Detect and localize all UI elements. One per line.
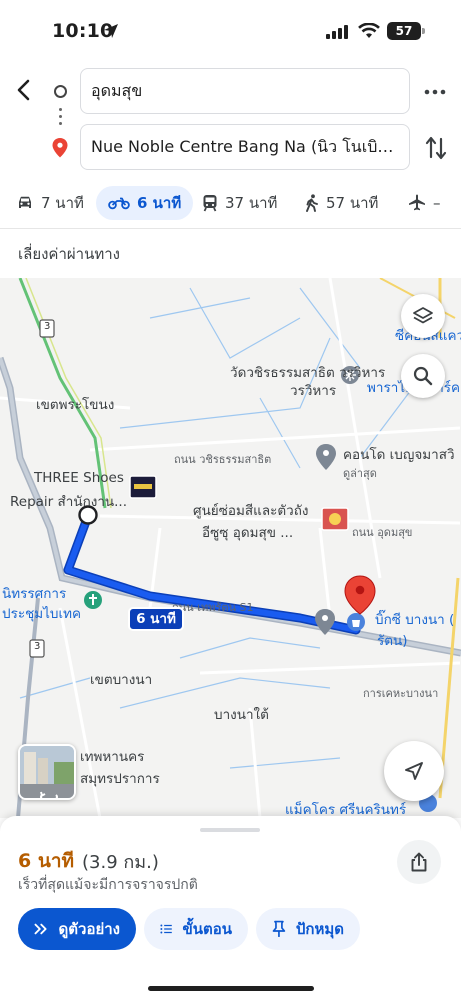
car-icon	[19, 196, 31, 208]
destination-input[interactable]: Nue Noble Centre Bang Na (นิว โนเบิล เ..…	[80, 124, 410, 170]
map-label-repair-1: ศูนย์ซ่อมสีและตัวถัง	[193, 503, 309, 519]
layers-button[interactable]	[401, 294, 445, 338]
summary-duration: 6 นาที	[18, 850, 75, 872]
more-options-icon[interactable]	[421, 80, 449, 104]
divider	[0, 228, 461, 229]
map-search-button[interactable]	[401, 354, 445, 398]
back-arrow-icon[interactable]	[10, 76, 38, 104]
steps-label: ขั้นตอน	[182, 920, 232, 938]
map-label-bigc-1: บิ๊กซี บางนา (	[375, 612, 455, 628]
origin-input[interactable]: อุดมสุข	[80, 68, 410, 114]
mode-car[interactable]: 7 นาที	[16, 186, 84, 220]
route-connector-dots	[59, 108, 62, 130]
route-shield-3a: 3	[44, 321, 51, 332]
pushpin-icon	[272, 920, 286, 937]
share-icon	[411, 852, 427, 872]
double-chevron-icon	[34, 923, 47, 935]
preview-button[interactable]: ดูตัวอย่าง	[18, 908, 136, 950]
summary-distance: (3.9 กม.)	[82, 852, 159, 873]
map-label-condo-sub: ดูล่าสุด	[343, 467, 377, 480]
route-summary-sheet: 6 นาที (3.9 กม.) เร็วที่สุดแม้จะมีการจรา…	[0, 816, 461, 1000]
location-arrow-icon	[104, 24, 118, 38]
motorbike-icon	[108, 197, 130, 210]
map-label-samut-2: สมุทรปราการ	[80, 771, 160, 787]
mode-walk[interactable]: 57 นาที	[305, 186, 378, 220]
map-label-condo: คอนโด เบญจมาสวิ	[343, 447, 455, 463]
map-label-khet-phra-khanong: เขตพระโขนง	[36, 397, 115, 413]
map-label-samut-1: เทพหานคร	[80, 749, 145, 765]
preview-label: ดูตัวอย่าง	[58, 920, 120, 938]
wifi-icon	[358, 23, 380, 38]
map-view[interactable]: ซีคอนสแควร์ ศรีนครินทร์ วัดวชิรธรรมสาธิต…	[0, 278, 461, 818]
search-icon	[413, 366, 433, 386]
travel-modes: 7 นาที 6 นาที 37 นาที 57 นาที –	[0, 186, 461, 222]
destination-pin-icon	[52, 138, 68, 158]
map-label-road-bangna: ถนน เทพรัตน S1	[172, 601, 254, 614]
origin-dot-icon	[54, 85, 67, 98]
map-label-bangna-tai: บางนาใต้	[214, 707, 269, 723]
map-label-three-shoes-2: Repair สำนักงาน...	[10, 494, 128, 510]
map-label-nitrasakarn-1: นิทรรศการ	[2, 586, 67, 602]
battery-icon: 57	[387, 22, 421, 40]
map-label-kheha: การเคหะบางนา	[363, 687, 439, 700]
mode-transit[interactable]: 37 นาที	[202, 186, 277, 220]
map-label-repair-2: อีซูซุ อุดมสุข ...	[202, 525, 294, 541]
battery-tip	[422, 28, 425, 34]
map-label-three-shoes-1: THREE Shoes	[34, 470, 124, 486]
steps-button[interactable]: ขั้นตอน	[144, 908, 248, 950]
status-bar: 10:10 57	[0, 0, 461, 62]
map-base	[0, 278, 461, 818]
street-view-thumbnail[interactable]	[18, 744, 76, 800]
sheet-drag-handle[interactable]	[200, 828, 260, 832]
walk-icon	[306, 194, 318, 212]
cellular-signal-icon	[326, 25, 348, 39]
map-label-khet-bangna: เขตบางนา	[90, 672, 153, 688]
home-indicator[interactable]	[148, 986, 314, 991]
mode-motorbike[interactable]: 6 นาที	[96, 186, 194, 220]
route-shield-3b: 3	[34, 641, 41, 652]
mode-car-label: 7 นาที	[41, 194, 84, 212]
mode-flight-label: –	[433, 194, 441, 212]
flight-icon	[409, 194, 425, 211]
street-view-image	[20, 746, 74, 798]
my-location-button[interactable]	[384, 741, 444, 801]
route-duration-chip[interactable]: 6 นาที	[128, 607, 184, 631]
mode-flight[interactable]: –	[408, 186, 441, 220]
pin-button[interactable]: ปักหมุด	[256, 908, 360, 950]
map-label-road-wachira: ถนน วชิรธรรมสาธิต	[174, 453, 272, 466]
summary-note: เร็วที่สุดแม้จะมีการจราจรปกติ	[18, 877, 198, 893]
layers-icon	[413, 307, 433, 324]
mode-walk-label: 57 นาที	[326, 194, 379, 212]
list-icon	[160, 924, 172, 934]
map-label-nitrasakarn-2: ประชุมไบเทค	[2, 606, 82, 622]
transit-icon	[203, 195, 217, 212]
map-label-makro: แม็คโคร ศรีนครินทร์	[285, 802, 407, 818]
swap-route-icon[interactable]	[424, 134, 448, 162]
mode-transit-label: 37 นาที	[225, 194, 278, 212]
map-label-road-udomsuk: ถนน อุดมสุข	[352, 526, 413, 539]
share-button[interactable]	[397, 840, 441, 884]
map-label-worawihan: วรวิหาร	[290, 383, 337, 399]
pin-label: ปักหมุด	[295, 920, 344, 938]
map-label-bigc-2: รัตน)	[377, 633, 408, 649]
avoid-tolls-option[interactable]: เลี่ยงค่าผ่านทาง	[18, 242, 120, 266]
mode-motorbike-label: 6 นาที	[137, 194, 182, 212]
navigation-arrow-icon	[405, 762, 423, 780]
